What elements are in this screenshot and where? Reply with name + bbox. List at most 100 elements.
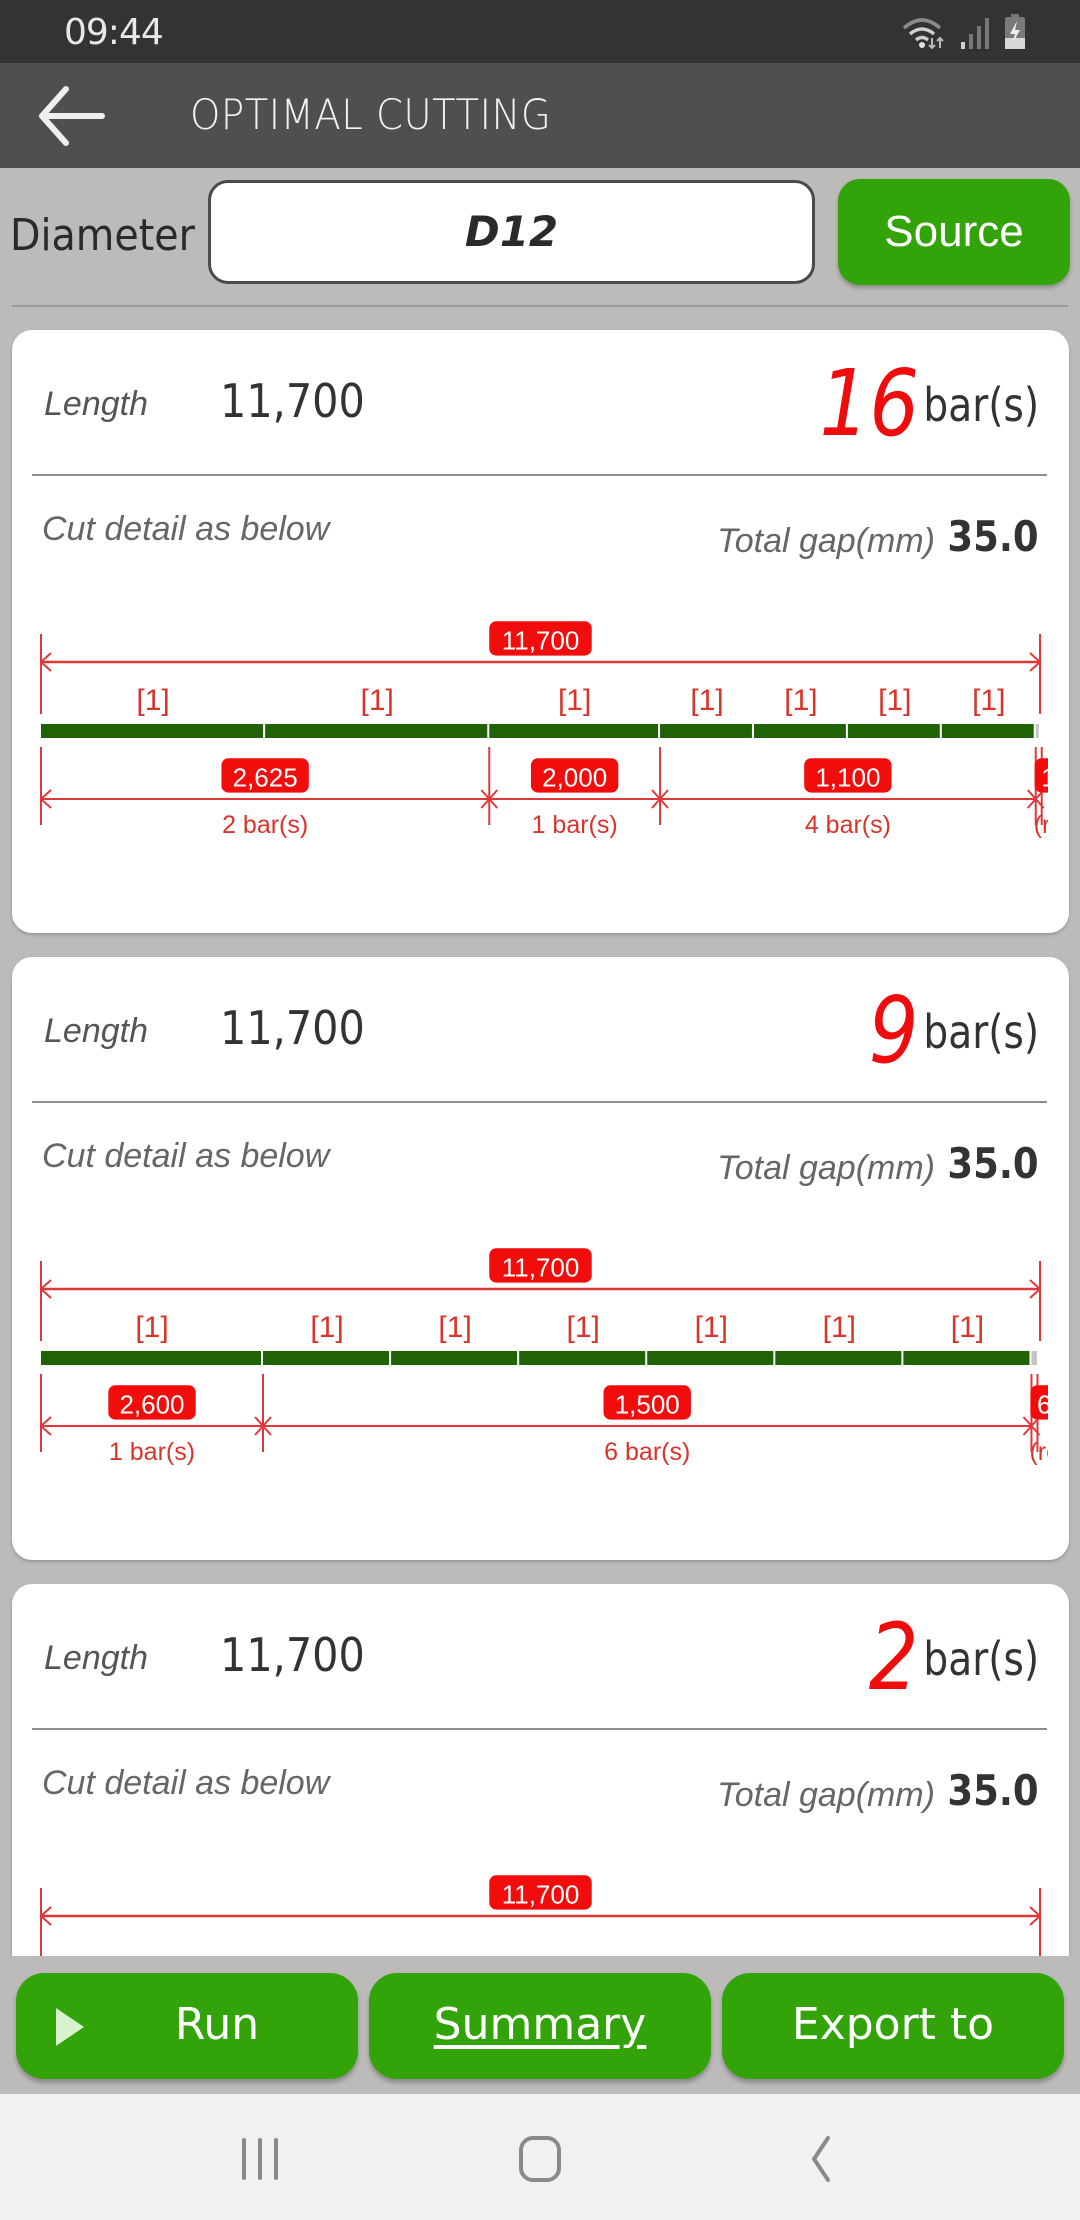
cut-diagram: 11,700 [1] [1] [1] [1] [1] [1] [1] 2,625 2 bar(s)… [12, 610, 1048, 930]
segment-count-label: [1] [695, 1311, 728, 1344]
residual-segment [1035, 724, 1039, 738]
divider [12, 305, 1068, 307]
group-length-badge-text: 2,625 [233, 762, 298, 792]
cut-plan-card[interactable]: Length 11,700 16 bar(s) Cut detail as be… [12, 330, 1069, 933]
bar-segment [41, 1351, 261, 1365]
bar-segment [263, 1351, 390, 1365]
residual-segment [1031, 1351, 1038, 1365]
stock-length-badge: 11,700 [489, 621, 592, 656]
residual-length-badge-text: 65 [1037, 1389, 1048, 1419]
diameter-label: Diameter [10, 210, 195, 261]
diameter-row: Diameter D12 Source [0, 168, 1080, 308]
status-bar: 09:44 [0, 0, 1080, 63]
bar-segment [489, 724, 659, 738]
segment-count-label: [1] [310, 1311, 343, 1344]
cut-diagram-svg: 11,700 [39, 1875, 1042, 1956]
cut-diagram: 11,700 [1] [1] [1] [1] [1] [1] [1] 2,600 1 bar(s)… [12, 1237, 1048, 1557]
source-button[interactable]: Source [838, 179, 1070, 285]
back-icon [812, 2136, 830, 2182]
group-length-badge-text: 1,100 [815, 762, 880, 792]
group-count-label: 2 bar(s) [222, 811, 308, 839]
group-length-badge: 1,100 [804, 758, 892, 793]
signal-icon [961, 18, 989, 49]
cut-plan-list[interactable]: Length 11,700 16 bar(s) Cut detail as be… [0, 308, 1080, 1956]
arrow-left-icon [39, 86, 105, 146]
bar-segment [941, 724, 1034, 738]
bar-segment [519, 1351, 646, 1365]
bar-quantity: 16 [819, 350, 919, 457]
cut-plan-card[interactable]: Length 11,700 2 bar(s) Cut detail as bel… [12, 1584, 1069, 1956]
segment-count-label: [1] [361, 684, 394, 717]
summary-label: Summary [433, 1999, 647, 2050]
total-gap-label: Total gap(mm) [717, 1776, 935, 1814]
group-count-label: 1 bar(s) [109, 1438, 195, 1466]
bar-quantity-unit: bar(s) [923, 1005, 1039, 1059]
card-divider [32, 1728, 1047, 1730]
bar-quantity-unit: bar(s) [923, 1632, 1039, 1686]
bar-segment [391, 1351, 518, 1365]
cut-detail-label: Cut detail as below [42, 1137, 330, 1175]
nav-back-button[interactable] [790, 2134, 850, 2184]
segment-count-label: [1] [136, 684, 169, 717]
run-label: Run [174, 1999, 260, 2050]
export-button[interactable]: Export to [722, 1973, 1064, 2079]
stock-length-badge-text: 11,700 [502, 625, 580, 655]
group-length-badge-text: 2,600 [119, 1389, 184, 1419]
segment-count-label: [1] [951, 1311, 984, 1344]
bar-segment [903, 1351, 1030, 1365]
battery-charging-icon [1005, 14, 1025, 49]
status-time: 09:44 [64, 12, 164, 53]
page-title: OPTIMAL CUTTING [190, 90, 552, 139]
status-icons [902, 14, 1026, 50]
segment-count-label: [1] [878, 684, 911, 717]
length-label: Length [44, 385, 148, 423]
group-count-label: 4 bar(s) [805, 811, 891, 839]
group-count-label: 6 bar(s) [604, 1438, 690, 1466]
group-length-badge: 2,600 [108, 1385, 196, 1420]
residual-length-badge: 15 [1034, 758, 1048, 793]
residual-length-badge: 65 [1030, 1385, 1048, 1420]
bar-segment [265, 724, 488, 738]
stock-length-badge: 11,700 [489, 1248, 592, 1283]
system-nav-bar [0, 2094, 1080, 2220]
segment-count-label: [1] [567, 1311, 600, 1344]
diameter-field[interactable]: D12 [208, 180, 815, 284]
bar-segment [775, 1351, 902, 1365]
bar-segment [753, 724, 846, 738]
home-button[interactable] [510, 2134, 570, 2184]
length-value: 11,700 [220, 1001, 365, 1055]
recents-button[interactable] [230, 2134, 290, 2184]
stock-length-badge-text: 11,700 [502, 1879, 580, 1909]
group-count-label: 1 bar(s) [532, 811, 618, 839]
home-icon [519, 2136, 561, 2182]
segment-count-label: [1] [558, 684, 591, 717]
group-length-badge-text: 1,500 [615, 1389, 680, 1419]
segment-count-label: [1] [972, 684, 1005, 717]
wifi-icon [902, 18, 944, 50]
export-label: Export to [791, 1999, 995, 2050]
total-gap-value: 35.0 [947, 1766, 1039, 1815]
bar-segment [847, 724, 940, 738]
back-button[interactable] [36, 83, 106, 149]
run-button[interactable]: Run [16, 1973, 358, 2079]
length-label: Length [44, 1012, 148, 1050]
length-label: Length [44, 1639, 148, 1677]
cut-diagram-svg: 11,700 [1] [1] [1] [1] [1] [1] [1] 2,625 2 bar(s)… [39, 621, 1048, 839]
residual-note: (res [1034, 811, 1048, 839]
total-gap-label: Total gap(mm) [717, 1149, 935, 1187]
bar-quantity-unit: bar(s) [923, 378, 1039, 432]
bar-segment [660, 724, 752, 738]
residual-note: (res [1029, 1438, 1048, 1466]
bar-segment [41, 724, 264, 738]
total-gap-label: Total gap(mm) [717, 522, 935, 560]
recents-icon [242, 2138, 278, 2180]
bar-quantity: 9 [869, 977, 919, 1084]
segment-count-label: [1] [690, 684, 723, 717]
card-divider [32, 474, 1047, 476]
bar-quantity: 2 [869, 1604, 919, 1711]
stock-length-badge: 11,700 [489, 1875, 592, 1910]
summary-button[interactable]: Summary [369, 1973, 711, 2079]
total-gap-value: 35.0 [947, 1139, 1039, 1188]
total-gap-value: 35.0 [947, 512, 1039, 561]
cut-plan-card[interactable]: Length 11,700 9 bar(s) Cut detail as bel… [12, 957, 1069, 1560]
